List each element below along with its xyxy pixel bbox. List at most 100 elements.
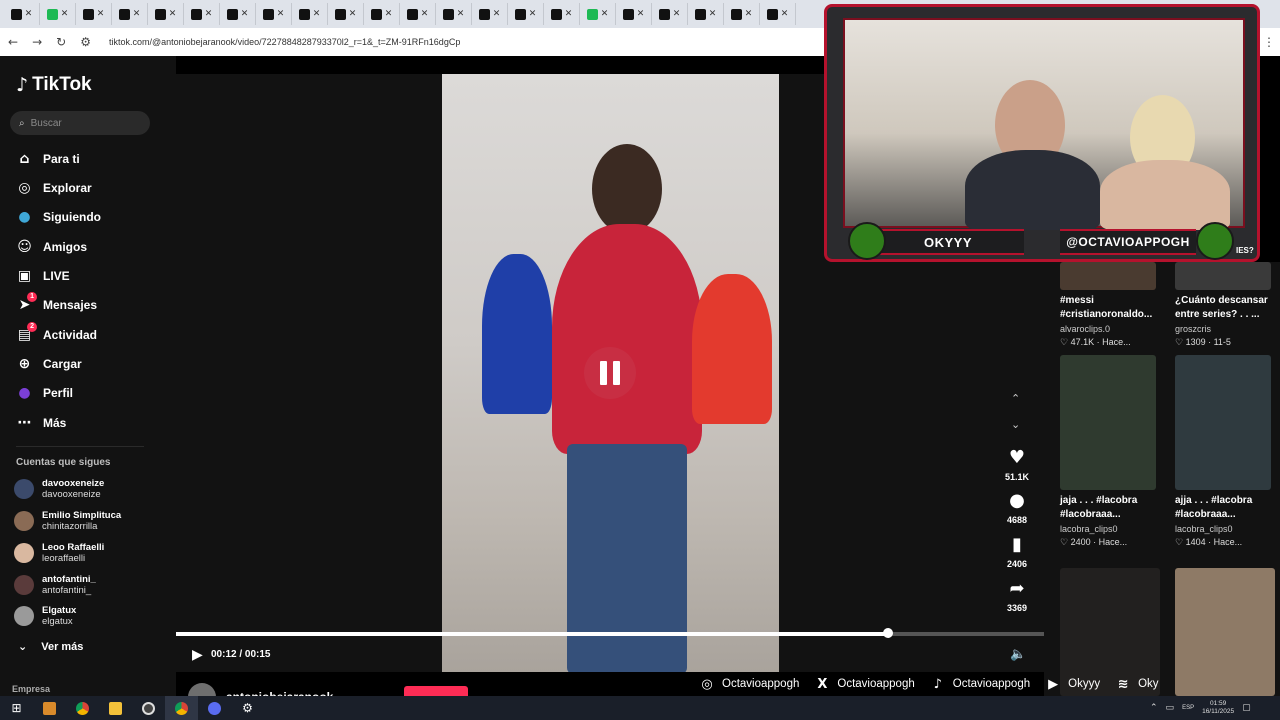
play-icon[interactable]: ▶ [192, 647, 203, 663]
browser-tab[interactable]: ✕ [472, 3, 508, 25]
recommended-thumbnail[interactable] [1175, 355, 1271, 490]
close-tab-icon[interactable]: ✕ [421, 9, 429, 19]
followed-account[interactable]: Leoo Raffaelli leoraffaelli [14, 542, 104, 564]
browser-tab[interactable]: ✕ [436, 3, 472, 25]
browser-tab[interactable]: ✕ [616, 3, 652, 25]
close-tab-icon[interactable]: ✕ [205, 9, 213, 19]
followed-account[interactable]: Elgatux elgatux [14, 605, 76, 627]
recommended-user[interactable]: alvaroclips.0 [1060, 324, 1160, 334]
footer-link-empresa[interactable]: Empresa [12, 684, 50, 694]
comment-button[interactable]: ● 4688 [996, 492, 1038, 526]
next-video-icon[interactable]: ⌄ [1011, 418, 1020, 431]
recommended-video-card[interactable]: jaja . . . #lacobra #lacobraaa... lacobra… [1060, 355, 1160, 548]
sidebar-item-activity[interactable]: ▤ 2 Actividad [16, 321, 97, 345]
settings-icon[interactable]: ⚙ [231, 696, 264, 720]
media-player-icon[interactable] [33, 696, 66, 720]
recommended-thumbnail[interactable] [1060, 355, 1156, 490]
close-tab-icon[interactable]: ✕ [493, 9, 501, 19]
clock[interactable]: 01:59 16/11/2025 [1202, 700, 1234, 716]
recommended-user[interactable]: lacobra_clips0 [1060, 524, 1160, 534]
chrome-icon[interactable] [66, 696, 99, 720]
close-tab-icon[interactable]: ✕ [169, 9, 177, 19]
close-tab-icon[interactable]: ✕ [277, 9, 285, 19]
browser-tab[interactable]: ✕ [652, 3, 688, 25]
followed-account[interactable]: antofantini_ antofantini_ [14, 574, 96, 596]
browser-tab[interactable]: ✕ [544, 3, 580, 25]
browser-tab[interactable]: ✕ [112, 3, 148, 25]
browser-icon[interactable] [198, 696, 231, 720]
close-tab-icon[interactable]: ✕ [673, 9, 681, 19]
file-explorer-icon[interactable] [99, 696, 132, 720]
close-tab-icon[interactable]: ✕ [601, 9, 609, 19]
close-tab-icon[interactable]: ✕ [565, 9, 573, 19]
browser-tab[interactable]: ✕ [220, 3, 256, 25]
sidebar-item-profile[interactable]: ● Perfil [16, 383, 73, 403]
browser-tab[interactable]: ✕ [328, 3, 364, 25]
reload-icon[interactable]: ↻ [56, 35, 66, 49]
close-tab-icon[interactable]: ✕ [241, 9, 249, 19]
browser-menu-icon[interactable]: ⋮ [1258, 28, 1280, 56]
browser-tab[interactable]: ✕ [4, 3, 40, 25]
browser-tab[interactable]: ✕ [76, 3, 112, 25]
language-indicator[interactable]: ESP [1182, 705, 1194, 711]
progress-bar[interactable] [176, 632, 1044, 636]
sidebar-item-upload[interactable]: ⊕ Cargar [16, 354, 82, 374]
browser-tab[interactable]: ✕ [40, 3, 76, 25]
browser-tab[interactable]: ✕ [400, 3, 436, 25]
close-tab-icon[interactable]: ✕ [133, 9, 141, 19]
search-input[interactable]: ⌕ Buscar [10, 111, 150, 135]
volume-icon[interactable]: 🔈 [1010, 647, 1026, 662]
recommended-title[interactable]: jaja . . . #lacobra #lacobraaa... [1060, 494, 1160, 522]
browser-tab[interactable]: ✕ [688, 3, 724, 25]
close-tab-icon[interactable]: ✕ [385, 9, 393, 19]
share-button[interactable]: ➦ 3369 [996, 580, 1038, 614]
previous-video-icon[interactable]: ⌃ [1011, 392, 1020, 405]
sidebar-item-messages[interactable]: ➤ 1 Mensajes [16, 291, 97, 315]
recommended-thumbnail[interactable] [1175, 262, 1271, 290]
recommended-title[interactable]: ¿Cuánto descansar entre series? . . ... [1175, 294, 1275, 322]
forward-icon[interactable]: → [32, 35, 42, 49]
recommended-video-card[interactable]: #messi #cristianoronaldo... alvaroclips.0… [1060, 262, 1160, 348]
browser-tab[interactable]: ✕ [256, 3, 292, 25]
close-tab-icon[interactable]: ✕ [457, 9, 465, 19]
obs-icon[interactable] [132, 696, 165, 720]
back-icon[interactable]: ← [8, 35, 18, 49]
close-tab-icon[interactable]: ✕ [349, 9, 357, 19]
start-icon[interactable]: ⊞ [0, 696, 33, 720]
url-field[interactable]: tiktok.com/@antoniobejaranook/video/7227… [109, 37, 460, 47]
close-tab-icon[interactable]: ✕ [709, 9, 717, 19]
tiktok-logo[interactable]: ♪ TikTok [16, 74, 92, 96]
close-tab-icon[interactable]: ✕ [97, 9, 105, 19]
network-icon[interactable]: ▭ [1166, 703, 1175, 713]
site-info-icon[interactable]: ⚙ [80, 35, 91, 49]
see-more-button[interactable]: ⌄ Ver más [18, 640, 83, 653]
close-tab-icon[interactable]: ✕ [745, 9, 753, 19]
save-button[interactable]: ▮ 2406 [996, 536, 1038, 570]
recommended-thumbnail[interactable] [1060, 262, 1156, 290]
sidebar-item-following[interactable]: ● Siguiendo [16, 207, 101, 227]
browser-tab[interactable]: ✕ [508, 3, 544, 25]
sidebar-item-home[interactable]: ⌂ Para ti [16, 149, 79, 169]
browser-tab[interactable]: ✕ [148, 3, 184, 25]
browser-tab[interactable]: ✕ [292, 3, 328, 25]
like-button[interactable]: ♥ 51.1K [996, 449, 1038, 483]
recommended-video-card[interactable]: ¿Cuánto descansar entre series? . . ... g… [1175, 262, 1275, 348]
browser-tab[interactable]: ✕ [760, 3, 796, 25]
close-tab-icon[interactable]: ✕ [781, 9, 789, 19]
close-tab-icon[interactable]: ✕ [637, 9, 645, 19]
browser-tab[interactable]: ✕ [580, 3, 616, 25]
notification-icon[interactable]: ▢ [1242, 703, 1251, 713]
chrome-icon[interactable] [165, 696, 198, 720]
follow-button[interactable] [404, 686, 468, 696]
recommended-title[interactable]: #messi #cristianoronaldo... [1060, 294, 1160, 322]
browser-tab[interactable]: ✕ [364, 3, 400, 25]
close-tab-icon[interactable]: ✕ [61, 9, 69, 19]
close-tab-icon[interactable]: ✕ [529, 9, 537, 19]
recommended-user[interactable]: groszcris [1175, 324, 1275, 334]
sidebar-item-friends[interactable]: ☺ Amigos [16, 237, 87, 257]
pause-button[interactable] [584, 347, 636, 399]
followed-account[interactable]: Emilio Simplituca chinitazorrilla [14, 510, 121, 532]
recommended-video-card[interactable]: ajja . . . #lacobra #lacobraaa... lacobra… [1175, 355, 1275, 548]
recommended-user[interactable]: lacobra_clips0 [1175, 524, 1275, 534]
sidebar-item-more[interactable]: ⋯ Más [16, 413, 67, 433]
